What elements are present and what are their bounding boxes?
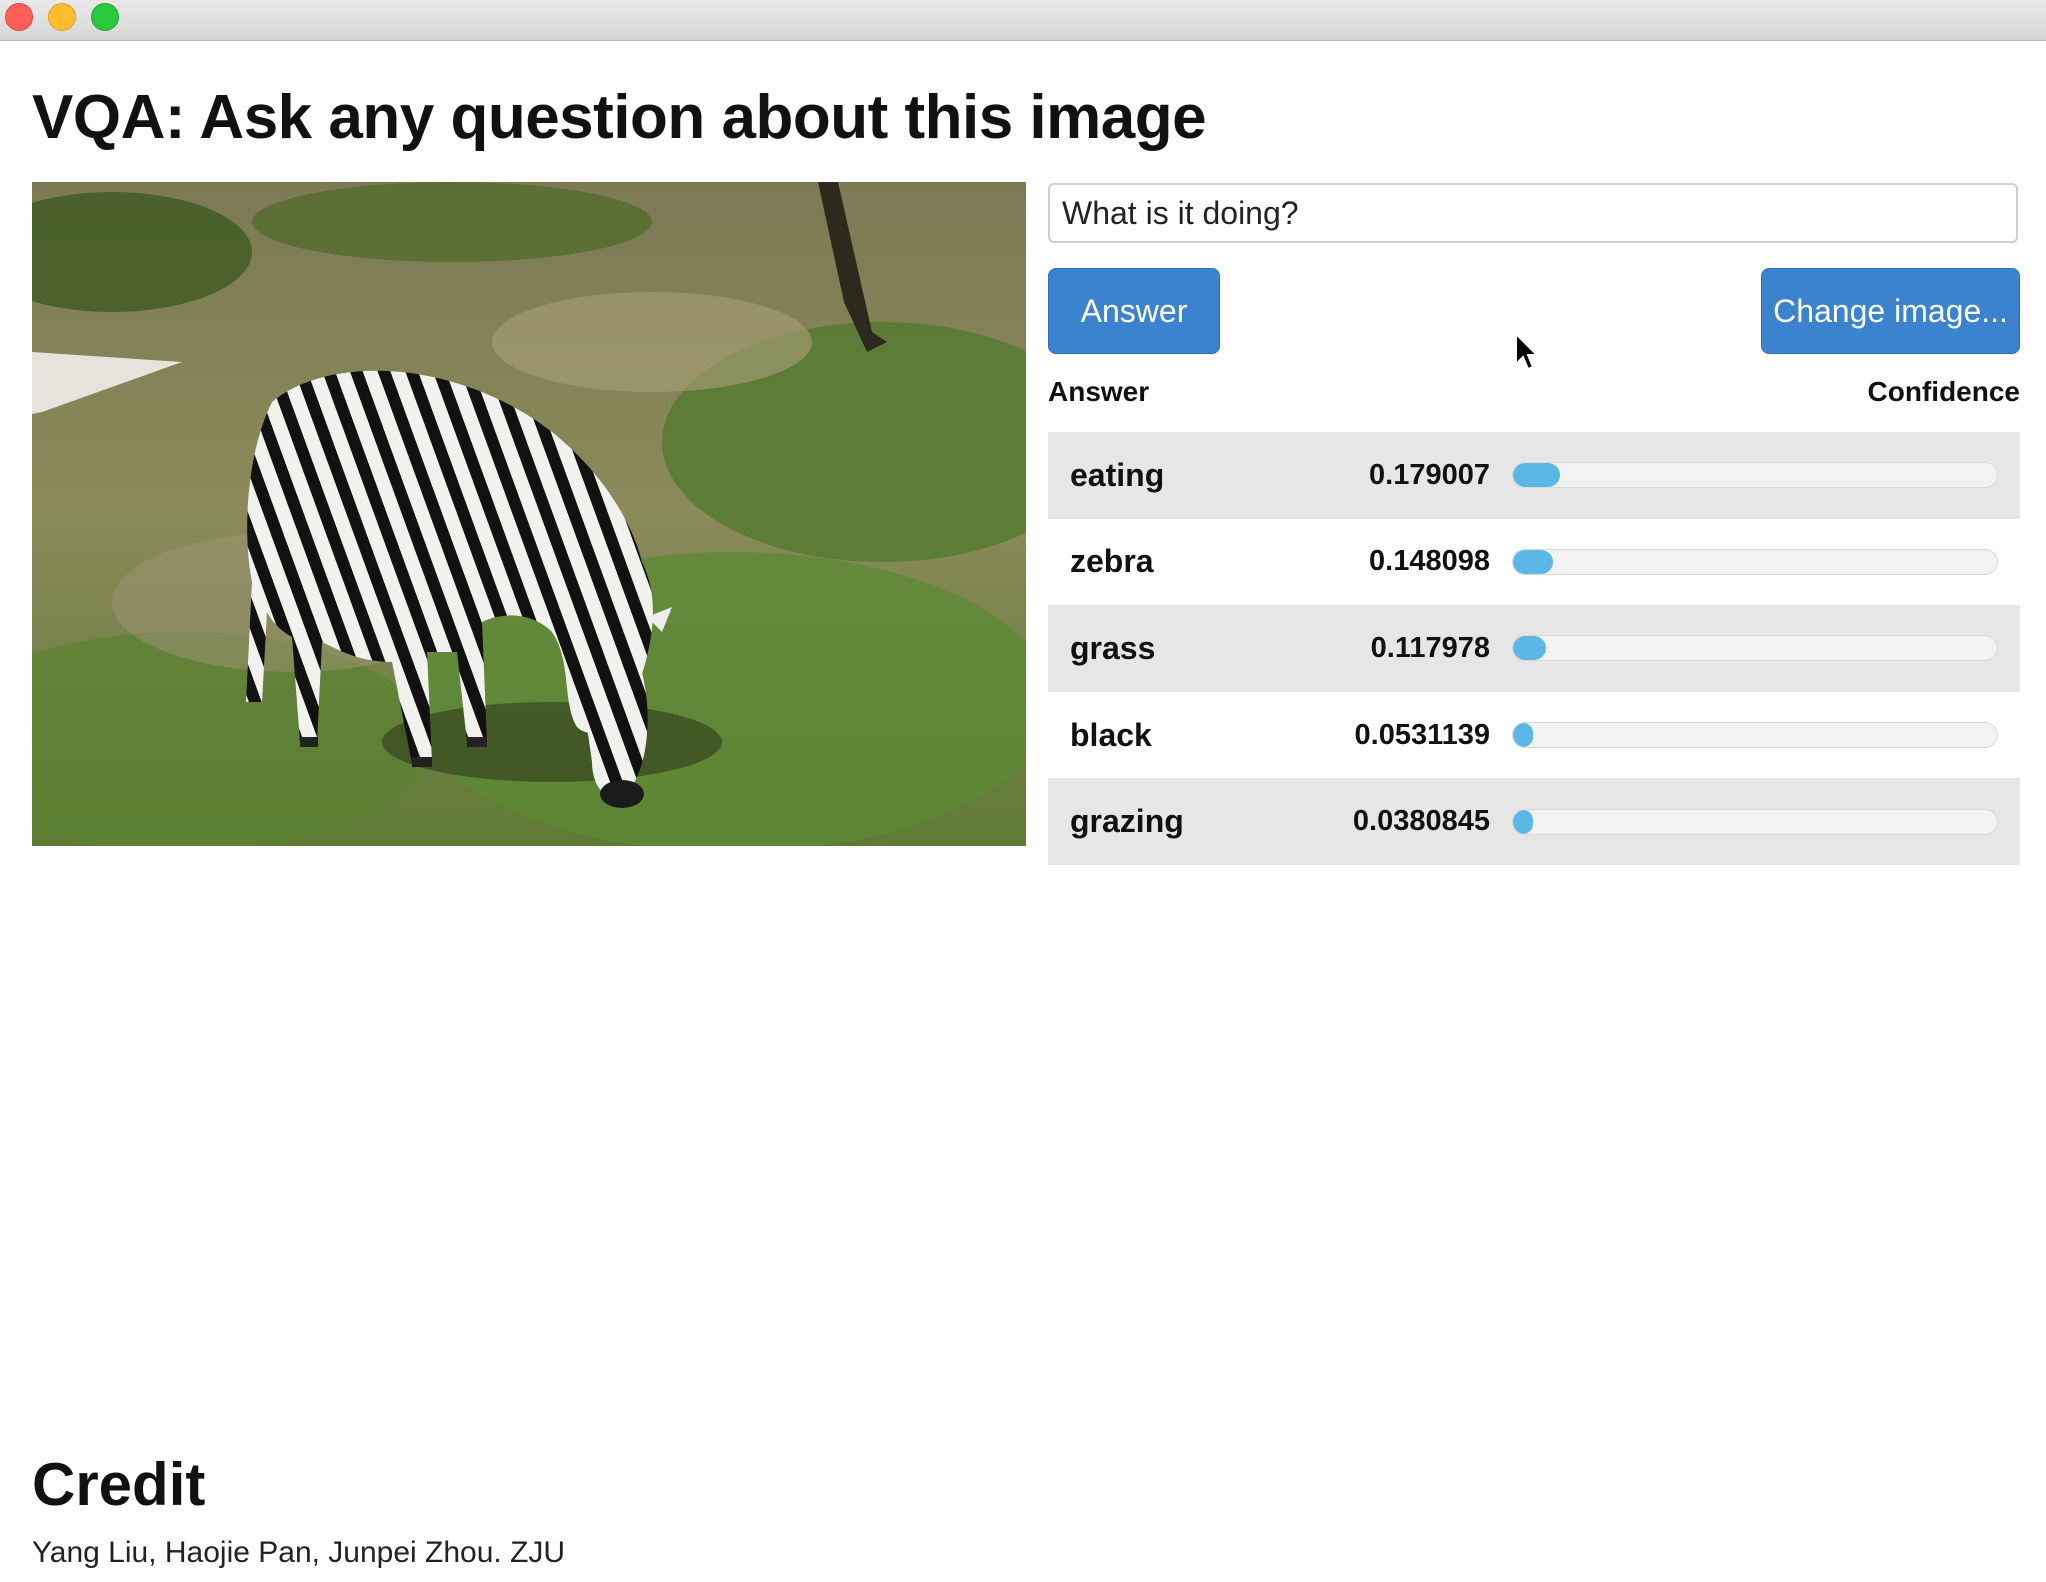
result-answer: black	[1070, 716, 1152, 753]
result-answer: grazing	[1070, 803, 1184, 840]
result-row: grazing 0.0380845	[1048, 778, 2020, 865]
answer-button[interactable]: Answer	[1048, 268, 1220, 354]
zebra-photo	[32, 182, 1026, 846]
confidence-bar-fill	[1513, 723, 1533, 748]
results-table: eating 0.179007 zebra 0.148098 grass 0.1…	[1048, 432, 2020, 865]
confidence-bar-fill	[1513, 549, 1553, 574]
question-input[interactable]	[1048, 183, 2018, 243]
minimize-window-icon[interactable]	[48, 3, 76, 31]
result-confidence: 0.0531139	[1354, 718, 1490, 751]
confidence-bar	[1512, 722, 1998, 749]
credit-heading: Credit	[32, 1451, 206, 1518]
confidence-bar	[1512, 808, 1998, 835]
maximize-window-icon[interactable]	[91, 3, 119, 31]
window-titlebar	[0, 0, 2046, 41]
confidence-bar	[1512, 548, 1998, 575]
result-answer: grass	[1070, 629, 1156, 666]
result-confidence: 0.0380845	[1352, 805, 1490, 838]
result-row: zebra 0.148098	[1048, 518, 2020, 606]
page-title: VQA: Ask any question about this image	[32, 83, 1207, 152]
result-confidence: 0.117978	[1370, 631, 1490, 664]
change-image-button[interactable]: Change image...	[1761, 268, 2020, 354]
result-confidence: 0.148098	[1369, 545, 1490, 578]
result-row: eating 0.179007	[1048, 432, 2020, 519]
answer-column-header: Answer	[1048, 376, 1150, 407]
confidence-bar	[1512, 635, 1998, 662]
result-row: grass 0.117978	[1048, 605, 2020, 692]
confidence-bar	[1512, 462, 1998, 489]
result-row: black 0.0531139	[1048, 691, 2020, 779]
close-window-icon[interactable]	[5, 3, 33, 31]
confidence-bar-fill	[1513, 463, 1561, 488]
confidence-bar-fill	[1513, 809, 1533, 834]
confidence-bar-fill	[1513, 636, 1546, 661]
mouse-cursor-icon	[1515, 332, 1540, 371]
result-answer: zebra	[1070, 543, 1154, 580]
result-confidence: 0.179007	[1369, 458, 1490, 491]
confidence-column-header: Confidence	[1867, 376, 2020, 407]
credit-authors: Yang Liu, Haojie Pan, Junpei Zhou. ZJU	[32, 1536, 566, 1569]
result-answer: eating	[1070, 456, 1165, 493]
